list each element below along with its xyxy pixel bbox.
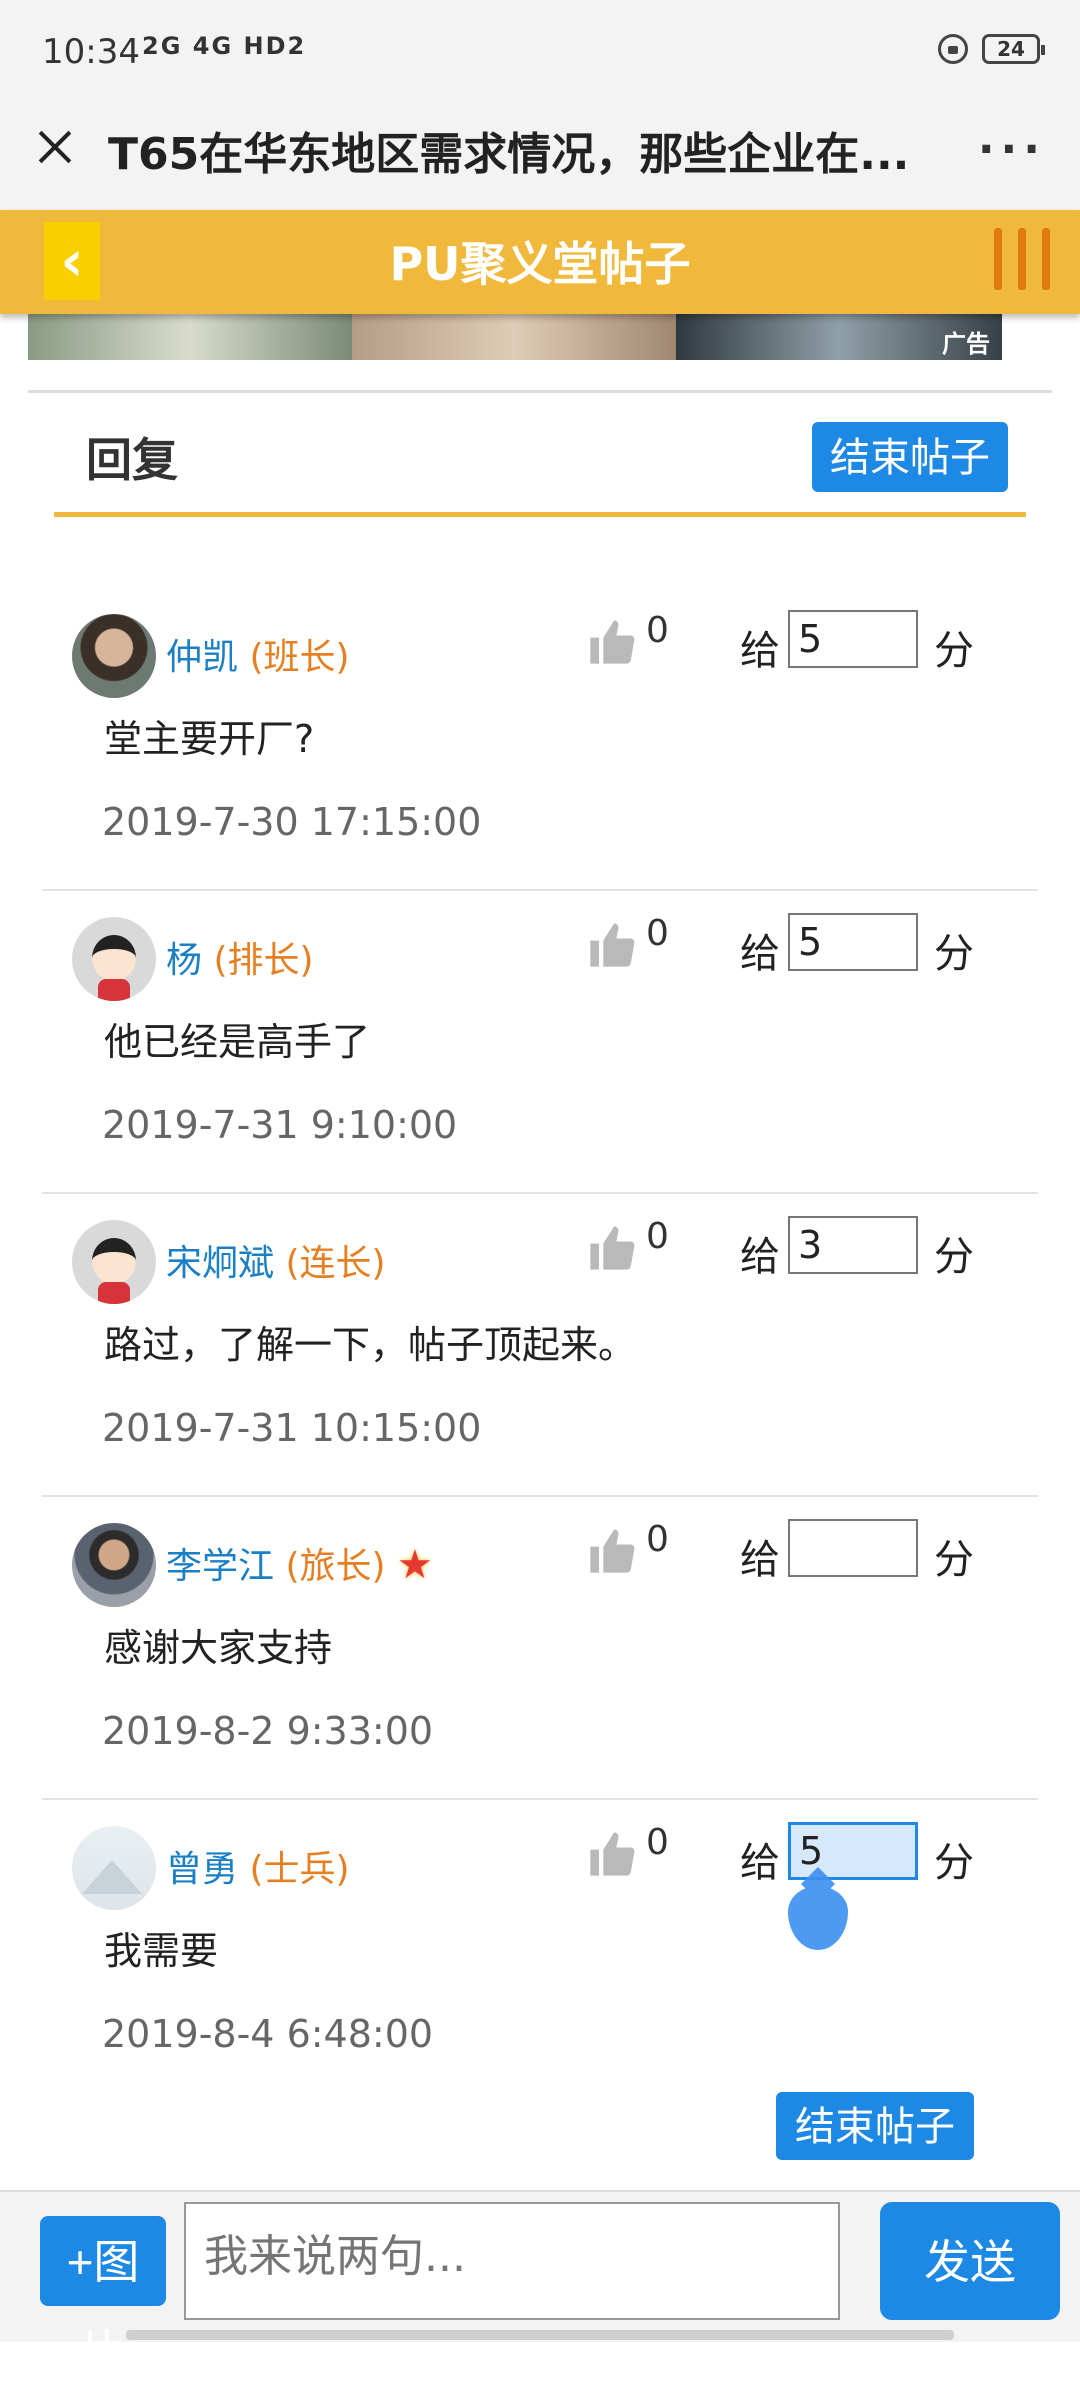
status-time: 10:34 (42, 32, 140, 72)
home-indicator (126, 2330, 954, 2340)
comment-text: 我需要 (104, 1929, 219, 1973)
user-name[interactable]: 曾勇 (166, 1849, 238, 1890)
status-right: 24 (938, 34, 1045, 64)
divider (28, 390, 1052, 393)
score-unit: 分 (934, 1840, 974, 1886)
signal-icons: 2G 4G HD2 (142, 32, 307, 60)
reply-title: 回复 (86, 433, 178, 487)
comment-item: 仲凯 (班长) 0 给 分 堂主要开厂? 2019-7-30 17:15:00 (42, 588, 1038, 891)
send-button[interactable]: 发送 (880, 2202, 1060, 2320)
section-underline (54, 512, 1026, 517)
comment-item: 宋炯斌 (连长) 0 给 分 路过，了解一下，帖子顶起来。 2019-7-31 … (42, 1194, 1038, 1497)
avatar[interactable] (72, 614, 156, 698)
avatar[interactable] (72, 1220, 156, 1304)
ad-image (352, 314, 676, 360)
like-count: 0 (646, 1216, 669, 1257)
give-label: 给 (740, 628, 780, 674)
comment-item: 杨 (排长) 0 给 分 他已经是高手了 2019-7-31 9:10:00 (42, 891, 1038, 1194)
comment-time: 2019-7-30 17:15:00 (102, 800, 482, 844)
ad-banner[interactable]: 广告 (28, 314, 1002, 360)
lock-icon (938, 34, 968, 64)
like-count: 0 (646, 1519, 669, 1560)
score-unit: 分 (934, 628, 974, 674)
comment-item: 曾勇 (士兵) 0 给 分 我需要 2019-8-4 6:48:00 (42, 1800, 1038, 2103)
user-rank: (排长) (213, 940, 314, 981)
give-label: 给 (740, 1234, 780, 1280)
end-post-button[interactable]: 结束帖子 (812, 422, 1008, 492)
thumbs-up-icon[interactable] (586, 1525, 638, 1577)
user-rank: (士兵) (249, 1849, 350, 1890)
ad-image (28, 314, 352, 360)
score-input[interactable] (788, 1822, 918, 1880)
header-title: PU聚义堂帖子 (389, 237, 691, 291)
like-count: 0 (646, 1822, 669, 1863)
ad-image: 广告 (676, 314, 1002, 360)
avatar[interactable] (72, 1826, 156, 1910)
give-label: 给 (740, 1840, 780, 1886)
comment-time: 2019-8-4 6:48:00 (102, 2012, 434, 2056)
close-icon[interactable] (30, 122, 80, 172)
comment-text: 路过，了解一下，帖子顶起来。 (104, 1323, 637, 1367)
end-post-button-bottom[interactable]: 结束帖子 (776, 2092, 974, 2160)
comment-text: 感谢大家支持 (104, 1626, 333, 1670)
like-count: 0 (646, 913, 669, 954)
user-name[interactable]: 宋炯斌 (166, 1243, 274, 1284)
comment-input[interactable] (184, 2202, 840, 2320)
user-rank: (连长) (285, 1243, 386, 1284)
avatar[interactable] (72, 917, 156, 1001)
comment-time: 2019-7-31 10:15:00 (102, 1406, 482, 1450)
avatar[interactable] (72, 1523, 156, 1607)
score-unit: 分 (934, 931, 974, 977)
user-name[interactable]: 仲凯 (166, 637, 238, 678)
user-name[interactable]: 杨 (166, 940, 202, 981)
comment-text: 他已经是高手了 (104, 1020, 371, 1064)
comment-text: 堂主要开厂? (104, 717, 315, 761)
user-rank: (旅长) (285, 1546, 386, 1587)
score-unit: 分 (934, 1234, 974, 1280)
give-label: 给 (740, 931, 780, 977)
menu-icon[interactable] (994, 228, 1050, 290)
thumbs-up-icon[interactable] (586, 919, 638, 971)
add-image-button[interactable]: +图片 (40, 2216, 166, 2378)
page-title: T65在华东地区需求情况，那些企业在... (108, 129, 910, 180)
give-label: 给 (740, 1537, 780, 1583)
score-input[interactable] (788, 913, 918, 971)
more-icon[interactable]: ··· (978, 124, 1046, 175)
score-input[interactable] (788, 610, 918, 668)
score-unit: 分 (934, 1537, 974, 1583)
comment-item: 李学江 (旅长) ★ 0 给 分 感谢大家支持 2019-8-2 9:33:00 (42, 1497, 1038, 1800)
comment-time: 2019-8-2 9:33:00 (102, 1709, 434, 1753)
score-input[interactable] (788, 1519, 918, 1577)
ad-label: 广告 (942, 330, 990, 358)
user-rank: (班长) (249, 637, 350, 678)
user-name[interactable]: 李学江 (166, 1546, 274, 1587)
thumbs-up-icon[interactable] (586, 1828, 638, 1880)
thumbs-up-icon[interactable] (586, 616, 638, 668)
comment-time: 2019-7-31 9:10:00 (102, 1103, 458, 1147)
star-icon: ★ (397, 1542, 433, 1588)
like-count: 0 (646, 610, 669, 651)
thumbs-up-icon[interactable] (586, 1222, 638, 1274)
battery-icon: 24 (982, 34, 1045, 64)
score-input[interactable] (788, 1216, 918, 1274)
